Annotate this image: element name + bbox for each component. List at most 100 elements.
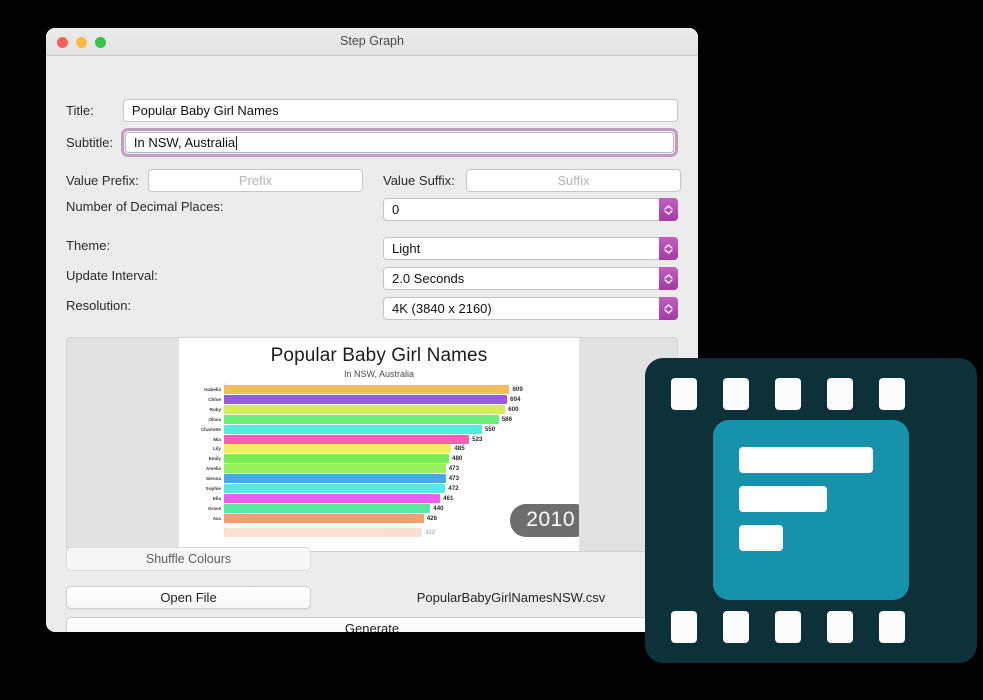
theme-row: Theme:: [66, 238, 110, 253]
step-graph-window: Step Graph Title: Popular Baby Girl Name…: [46, 28, 698, 632]
value-suffix-input[interactable]: Suffix: [466, 169, 681, 192]
subtitle-focus-ring: In NSW, Australia: [120, 128, 678, 157]
value-prefix-input[interactable]: Prefix: [148, 169, 363, 192]
chevron-down-icon: [664, 209, 673, 215]
theme-label: Theme:: [66, 238, 111, 253]
bar-value-label: 523: [472, 435, 483, 443]
bar: [224, 493, 441, 503]
theme-value: Light: [392, 241, 421, 256]
title-row: Title: Popular Baby Girl Names: [66, 99, 678, 122]
open-file-button[interactable]: Open File: [66, 586, 311, 609]
title-label: Title:: [66, 103, 94, 118]
film-bar-1: [739, 447, 873, 473]
bar: [224, 394, 508, 404]
bar: [224, 385, 510, 394]
film-perforation: [775, 378, 801, 410]
film-perforation: [879, 611, 905, 643]
bar-row: Isabella 609: [179, 385, 579, 394]
text-caret: [236, 135, 238, 150]
window-title: Step Graph: [340, 34, 404, 48]
bar-value-label: 426: [426, 514, 438, 522]
bar: [224, 527, 422, 537]
bar-value-label: 480: [452, 455, 463, 463]
bar-row: Mia 523: [179, 434, 579, 444]
year-badge: 2010: [510, 504, 579, 537]
selected-filename: PopularBabyGirlNamesNSW.csv: [416, 590, 606, 605]
bar: [224, 513, 424, 523]
bar-label: Olivia: [208, 416, 221, 422]
bar-value-label: 422: [424, 528, 436, 536]
window-titlebar[interactable]: Step Graph: [46, 28, 698, 56]
film-perforation: [827, 378, 853, 410]
film-frame: [713, 420, 909, 600]
bar-value-label: 473: [448, 475, 460, 483]
resolution-select[interactable]: 4K (3840 x 2160): [383, 297, 678, 320]
bar-label: Sophie: [205, 486, 221, 491]
bar-value-label: 472: [448, 485, 459, 492]
bar-row: Emily 480: [179, 454, 579, 464]
bar-value-label: 600: [508, 405, 519, 413]
bar: [224, 434, 470, 444]
resolution-row: Resolution:: [66, 298, 131, 313]
bar: [224, 464, 446, 474]
decimals-stepper-buttons[interactable]: [659, 198, 678, 221]
subtitle-label: Subtitle:: [66, 135, 113, 150]
bar-label: Sienna: [205, 476, 221, 482]
bar: [224, 484, 446, 493]
theme-select-buttons[interactable]: [659, 237, 678, 260]
chart-subtitle: In NSW, Australia: [343, 369, 415, 379]
bar: [224, 454, 449, 464]
interval-select-buttons[interactable]: [659, 267, 678, 290]
decimals-value: 0: [392, 202, 400, 217]
subtitle-row: Subtitle: In NSW, Australia: [66, 128, 678, 157]
value-suffix-row: Value Suffix: Suffix: [383, 169, 681, 192]
chart-title: Popular Baby Girl Names: [270, 345, 488, 366]
bar-label: Ava: [212, 515, 221, 521]
subtitle-input[interactable]: In NSW, Australia: [124, 132, 674, 153]
film-bar-3: [739, 525, 783, 551]
film-perforation: [723, 611, 749, 643]
film-perforation: [671, 378, 697, 410]
bar-label: Ruby: [209, 406, 221, 412]
title-input[interactable]: Popular Baby Girl Names: [122, 99, 678, 122]
bar: [224, 414, 499, 424]
interval-row: Update Interval:: [66, 268, 158, 283]
bar-row: Chloe 604: [179, 394, 579, 404]
chart-canvas: Popular Baby Girl Names In NSW, Australi…: [179, 338, 579, 551]
generate-button[interactable]: Generate: [66, 617, 678, 632]
chevron-down-icon: [664, 248, 673, 254]
decimals-label: Number of Decimal Places:: [66, 199, 224, 214]
bar-row: Sophie 472: [179, 484, 579, 493]
bar-value-label: 461: [443, 494, 454, 502]
bar-row: Ruby 600: [179, 404, 579, 414]
decimals-stepper[interactable]: 0: [383, 198, 678, 221]
bar-label: Charlotte: [200, 426, 221, 432]
resolution-label: Resolution:: [66, 298, 132, 313]
theme-select[interactable]: Light: [383, 237, 678, 260]
bar-label: Ella: [212, 495, 221, 501]
bar-label: Amelia: [205, 466, 221, 472]
subtitle-input-value: In NSW, Australia: [133, 135, 236, 150]
window-content: Title: Popular Baby Girl Names Subtitle:…: [46, 56, 698, 632]
interval-select[interactable]: 2.0 Seconds: [383, 267, 678, 290]
resolution-select-buttons[interactable]: [659, 297, 678, 320]
value-prefix-row: Value Prefix: Prefix: [66, 169, 363, 192]
shuffle-colours-button[interactable]: Shuffle Colours: [66, 547, 311, 571]
bar-value-label: 440: [433, 504, 444, 512]
bar: [224, 503, 431, 513]
bar-row: Lily 485: [179, 444, 579, 454]
bar-row: Ella 461: [179, 493, 579, 503]
bar-row: Olivia 586: [179, 414, 579, 424]
bar: [224, 444, 452, 454]
bar: [224, 424, 482, 434]
bar-value-label: 586: [501, 415, 513, 423]
bar-row: Amelia 473: [179, 464, 579, 474]
resolution-value: 4K (3840 x 2160): [392, 301, 492, 316]
bar-label: Lily: [213, 446, 221, 452]
bar-value-label: 604: [510, 395, 521, 403]
bar-value-label: 609: [512, 386, 523, 393]
chevron-down-icon: [664, 308, 673, 314]
chevron-down-icon: [664, 278, 673, 284]
bar-value-label: 550: [484, 425, 496, 433]
bar: [224, 474, 446, 484]
